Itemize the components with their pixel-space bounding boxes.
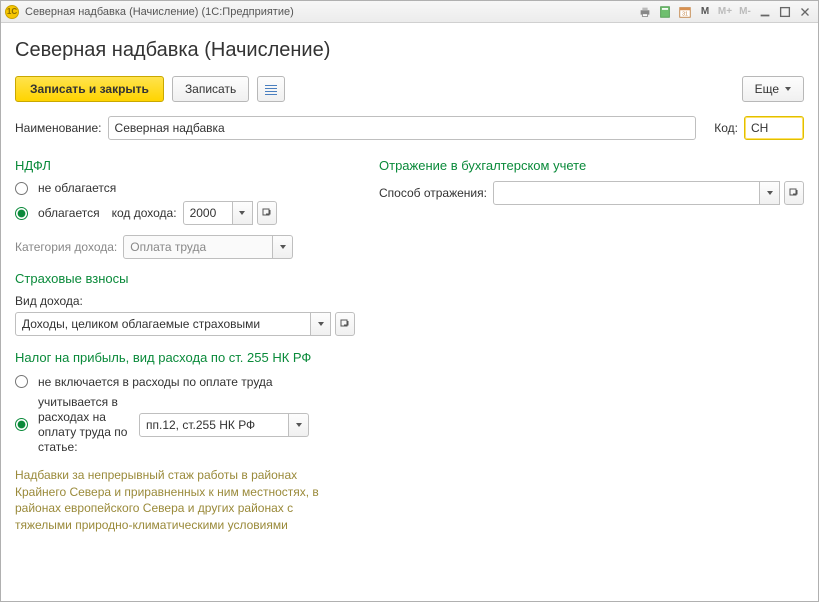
profit-not-included-label: не включается в расходы по оплате труда xyxy=(38,375,273,389)
insurance-section-title: Страховые взносы xyxy=(15,271,355,286)
income-category-dropdown-icon xyxy=(273,235,293,259)
minimize-icon[interactable] xyxy=(756,4,774,20)
left-column: НДФЛ не облагается облагается код дохода… xyxy=(15,152,355,534)
ndfl-taxed-input[interactable] xyxy=(15,207,28,220)
description-text: Надбавки за непрерывный стаж работы в ра… xyxy=(15,467,335,534)
code-label: Код: xyxy=(714,121,738,135)
profit-article-dropdown-icon[interactable] xyxy=(289,413,309,437)
income-code-label: код дохода: xyxy=(112,206,177,220)
code-input[interactable] xyxy=(744,116,804,140)
insurance-income-type-label: Вид дохода: xyxy=(15,294,355,308)
right-column: Отражение в бухгалтерском учете Способ о… xyxy=(379,152,804,534)
insurance-open-icon[interactable] xyxy=(335,312,355,336)
window-controls: 31 M M+ M- xyxy=(636,4,814,20)
ndfl-taxed-row: облагается код дохода: xyxy=(15,201,355,225)
maximize-icon[interactable] xyxy=(776,4,794,20)
ndfl-not-taxed-radio[interactable]: не облагается xyxy=(15,181,355,195)
profit-article-input[interactable] xyxy=(139,413,289,437)
ndfl-not-taxed-input[interactable] xyxy=(15,182,28,195)
income-code-open-icon[interactable] xyxy=(257,201,277,225)
accounting-method-combo xyxy=(493,181,804,205)
page-title: Северная надбавка (Начисление) xyxy=(15,39,804,62)
app-logo: 1С xyxy=(5,5,19,19)
income-category-combo xyxy=(123,235,293,259)
insurance-income-type-input[interactable] xyxy=(15,312,311,336)
accounting-dropdown-icon[interactable] xyxy=(760,181,780,205)
accounting-method-row: Способ отражения: xyxy=(379,181,804,205)
accounting-section-title: Отражение в бухгалтерском учете xyxy=(379,158,804,173)
insurance-dropdown-icon[interactable] xyxy=(311,312,331,336)
window-title: Северная надбавка (Начисление) (1С:Предп… xyxy=(25,6,636,18)
income-category-label: Категория дохода: xyxy=(15,240,117,254)
profit-included-input[interactable] xyxy=(15,418,28,431)
calendar-icon[interactable]: 31 xyxy=(676,4,694,20)
window-titlebar: 1С Северная надбавка (Начисление) (1С:Пр… xyxy=(1,1,818,23)
profit-not-included-radio[interactable]: не включается в расходы по оплате труда xyxy=(15,375,355,389)
accounting-method-input[interactable] xyxy=(493,181,760,205)
list-icon xyxy=(265,83,277,95)
print-icon[interactable] xyxy=(636,4,654,20)
profit-included-label: учитывается в расходах на оплату труда п… xyxy=(38,395,133,455)
m-plus-icon[interactable]: M+ xyxy=(716,4,734,20)
save-and-close-button[interactable]: Записать и закрыть xyxy=(15,76,164,102)
m-icon[interactable]: M xyxy=(696,4,714,20)
calculator-icon[interactable] xyxy=(656,4,674,20)
profit-not-included-input[interactable] xyxy=(15,375,28,388)
income-code-dropdown-icon[interactable] xyxy=(233,201,253,225)
profit-article-combo xyxy=(139,413,309,437)
m-minus-icon[interactable]: M- xyxy=(736,4,754,20)
ndfl-taxed-label: облагается xyxy=(38,206,100,220)
profit-tax-section-title: Налог на прибыль, вид расхода по ст. 255… xyxy=(15,350,355,367)
insurance-income-type-combo xyxy=(15,312,355,336)
toolbar: Записать и закрыть Записать Еще xyxy=(15,76,804,102)
name-input[interactable] xyxy=(108,116,697,140)
income-category-input xyxy=(123,235,273,259)
ndfl-not-taxed-label: не облагается xyxy=(38,181,116,195)
save-button[interactable]: Записать xyxy=(172,76,249,102)
content-area: Северная надбавка (Начисление) Записать … xyxy=(1,23,818,601)
accounting-open-icon[interactable] xyxy=(784,181,804,205)
profit-included-row: учитывается в расходах на оплату труда п… xyxy=(15,395,355,455)
close-icon[interactable] xyxy=(796,4,814,20)
report-button[interactable] xyxy=(257,76,285,102)
accounting-method-label: Способ отражения: xyxy=(379,186,487,200)
income-code-input[interactable] xyxy=(183,201,233,225)
name-code-row: Наименование: Код: xyxy=(15,116,804,140)
income-category-row: Категория дохода: xyxy=(15,235,355,259)
more-button[interactable]: Еще xyxy=(742,76,804,102)
svg-text:31: 31 xyxy=(682,11,688,17)
name-label: Наименование: xyxy=(15,121,102,135)
ndfl-section-title: НДФЛ xyxy=(15,158,355,173)
income-code-combo xyxy=(183,201,277,225)
